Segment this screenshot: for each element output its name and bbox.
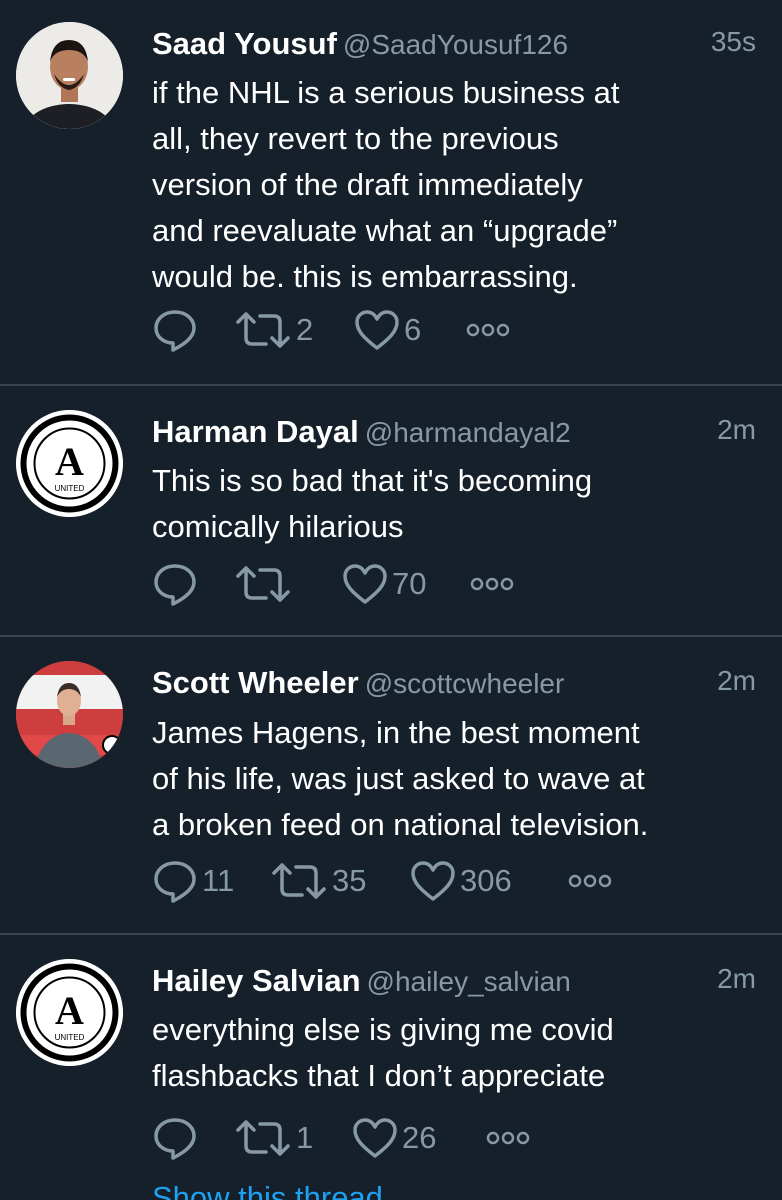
like-button[interactable]: 6 [354, 305, 464, 355]
like-button[interactable]: 306 [410, 856, 566, 906]
tweet-actions: 70 [152, 559, 516, 609]
tweet-header: Harman Dayal @harmandayal2 2m [152, 414, 756, 454]
athletic-logo-icon: A UNITED [16, 959, 123, 1066]
retweet-button[interactable]: 2 [234, 305, 354, 355]
show-thread-link[interactable]: Show this thread [152, 1180, 383, 1200]
tweet-text: everything else is giving me covid flash… [152, 1012, 614, 1093]
tweet-header: Hailey Salvian @hailey_salvian 2m [152, 963, 756, 1003]
like-count: 26 [402, 1120, 437, 1155]
more-options-button[interactable] [566, 856, 614, 906]
tweet[interactable]: Scott Wheeler @scottcwheeler 2m James Hag… [0, 637, 782, 933]
heart-icon [343, 564, 387, 604]
reply-icon [154, 564, 196, 606]
retweet-count: 35 [332, 863, 367, 898]
more-dots-icon [466, 323, 510, 337]
more-options-button[interactable] [484, 1113, 532, 1163]
like-button[interactable]: 70 [342, 559, 468, 609]
like-count: 306 [460, 863, 512, 898]
avatar-letter: A [55, 988, 84, 1033]
athletic-logo-icon: A UNITED [16, 410, 123, 517]
tweet-header: Scott Wheeler @scottcwheeler 2m [152, 665, 756, 705]
like-count: 70 [392, 566, 427, 601]
avatar-sub: UNITED [55, 1033, 85, 1042]
timeline-feed: Saad Yousuf @SaadYousuf126 35s if the NHL… [0, 0, 782, 1200]
user-handle[interactable]: @hailey_salvian [367, 966, 571, 997]
tweet-actions: 2 6 [152, 305, 512, 355]
more-dots-icon [568, 874, 612, 888]
retweet-icon [236, 566, 290, 602]
like-button[interactable]: 26 [352, 1113, 484, 1163]
more-options-button[interactable] [468, 559, 516, 609]
user-handle[interactable]: @scottcwheeler [365, 668, 565, 699]
more-dots-icon [470, 577, 514, 591]
tweet-actions: 1 26 [152, 1113, 532, 1163]
timestamp[interactable]: 2m [717, 414, 756, 446]
more-dots-icon [486, 1131, 530, 1145]
like-count: 6 [404, 312, 422, 347]
avatar[interactable]: A UNITED [16, 959, 123, 1066]
tweet[interactable]: Saad Yousuf @SaadYousuf126 35s if the NHL… [0, 0, 782, 384]
heart-icon [353, 1118, 397, 1158]
display-name[interactable]: Saad Yousuf [152, 26, 337, 61]
profile-photo-icon [16, 661, 123, 768]
reply-icon [154, 310, 196, 352]
display-name[interactable]: Harman Dayal [152, 414, 359, 449]
retweet-button[interactable]: 35 [270, 856, 410, 906]
display-name[interactable]: Hailey Salvian [152, 963, 361, 998]
retweet-button[interactable] [234, 559, 342, 609]
tweet-text: This is so bad that it's becoming comica… [152, 463, 593, 544]
avatar-letter: A [55, 439, 84, 484]
tweet-text: if the NHL is a serious business at all,… [152, 75, 620, 294]
avatar[interactable]: A UNITED [16, 410, 123, 517]
heart-icon [355, 310, 399, 350]
avatar[interactable] [16, 22, 123, 129]
timestamp[interactable]: 35s [711, 26, 756, 58]
tweet[interactable]: A UNITED Hailey Salvian @hailey_salvian 2… [0, 935, 782, 1200]
reply-icon [154, 861, 196, 903]
more-options-button[interactable] [464, 305, 512, 355]
tweet[interactable]: A UNITED Harman Dayal @harmandayal2 2m Th… [0, 386, 782, 635]
reply-button[interactable] [152, 1113, 234, 1163]
tweet-text: James Hagens, in the best moment of his … [152, 715, 649, 842]
display-name[interactable]: Scott Wheeler [152, 665, 359, 700]
tweet-header: Saad Yousuf @SaadYousuf126 35s [152, 26, 756, 66]
retweet-icon [236, 312, 290, 348]
retweet-icon [272, 863, 326, 899]
reply-button[interactable] [152, 559, 234, 609]
retweet-count: 1 [296, 1120, 314, 1155]
heart-icon [411, 861, 455, 901]
reply-button[interactable] [152, 305, 234, 355]
reply-button[interactable]: 11 [152, 856, 270, 906]
profile-photo-icon [16, 22, 123, 129]
avatar[interactable] [16, 661, 123, 768]
retweet-button[interactable]: 1 [234, 1113, 352, 1163]
timestamp[interactable]: 2m [717, 665, 756, 697]
tweet-actions: 11 35 306 [152, 856, 614, 906]
avatar-sub: UNITED [55, 484, 85, 493]
user-handle[interactable]: @harmandayal2 [365, 417, 571, 448]
reply-icon [154, 1118, 196, 1160]
reply-count: 11 [202, 863, 235, 898]
user-handle[interactable]: @SaadYousuf126 [343, 29, 568, 60]
retweet-icon [236, 1120, 290, 1156]
retweet-count: 2 [296, 312, 314, 347]
timestamp[interactable]: 2m [717, 963, 756, 995]
